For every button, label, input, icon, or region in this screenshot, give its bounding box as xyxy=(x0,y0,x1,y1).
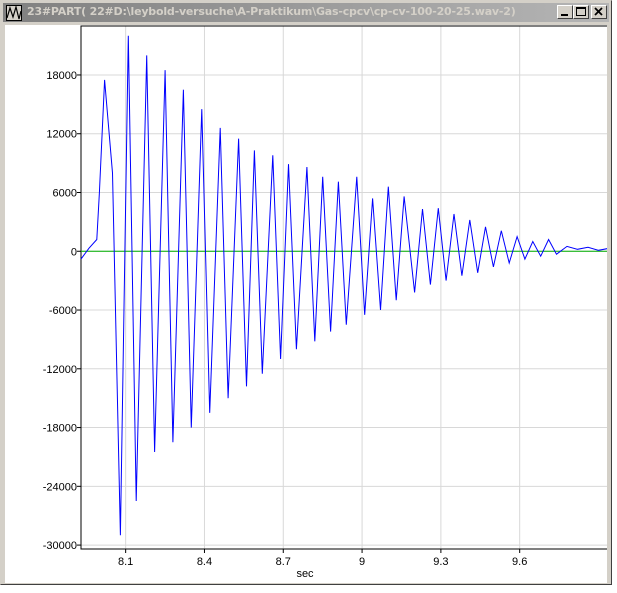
y-axis: 18000 12000 6000 0 -6000 -12000 -18000 -24000 -3… xyxy=(43,70,81,552)
maximize-icon xyxy=(576,7,586,16)
y-tick-label: -12000 xyxy=(43,364,77,376)
y-tick-label: 0 xyxy=(71,246,77,258)
waveform-window: 23#PART( 22#D:\leybold-versuche\A-Prakti… xyxy=(0,0,612,585)
y-tick-label: -6000 xyxy=(49,305,77,317)
minimize-icon xyxy=(561,14,568,16)
plot-area[interactable]: 18000 12000 6000 0 -6000 -12000 -18000 -24000 -3… xyxy=(5,25,607,583)
x-tick-label: 9.6 xyxy=(512,556,527,568)
y-tick-label: -24000 xyxy=(43,481,77,493)
x-tick-label: 9.3 xyxy=(433,556,448,568)
window-title: 23#PART( 22#D:\leybold-versuche\A-Prakti… xyxy=(27,5,516,18)
y-tick-label: 12000 xyxy=(46,129,77,141)
x-tick-label: 8.7 xyxy=(276,556,291,568)
x-axis-label: sec xyxy=(296,568,314,580)
title-bar[interactable]: 23#PART( 22#D:\leybold-versuche\A-Prakti… xyxy=(3,3,609,22)
y-tick-label: 18000 xyxy=(46,70,77,82)
close-button[interactable] xyxy=(591,5,607,19)
y-tick-label: -30000 xyxy=(43,540,77,552)
x-tick-label: 8.1 xyxy=(118,556,133,568)
minimize-button[interactable] xyxy=(557,5,573,19)
y-tick-label: -18000 xyxy=(43,423,77,435)
maximize-button[interactable] xyxy=(573,5,589,19)
close-icon xyxy=(594,7,603,16)
bottom-edge-strip xyxy=(0,585,617,593)
right-edge-strip xyxy=(612,0,617,593)
signal-series-line xyxy=(80,35,607,536)
waveform-app-icon[interactable] xyxy=(6,4,22,21)
y-tick-label: 6000 xyxy=(53,187,77,199)
x-axis: 8.1 8.4 8.7 9 9.3 9.6 xyxy=(118,549,527,568)
waveform-chart[interactable]: 18000 12000 6000 0 -6000 -12000 -18000 -24000 -3… xyxy=(5,25,607,583)
x-tick-label: 8.4 xyxy=(197,556,212,568)
x-tick-label: 9 xyxy=(359,556,365,568)
